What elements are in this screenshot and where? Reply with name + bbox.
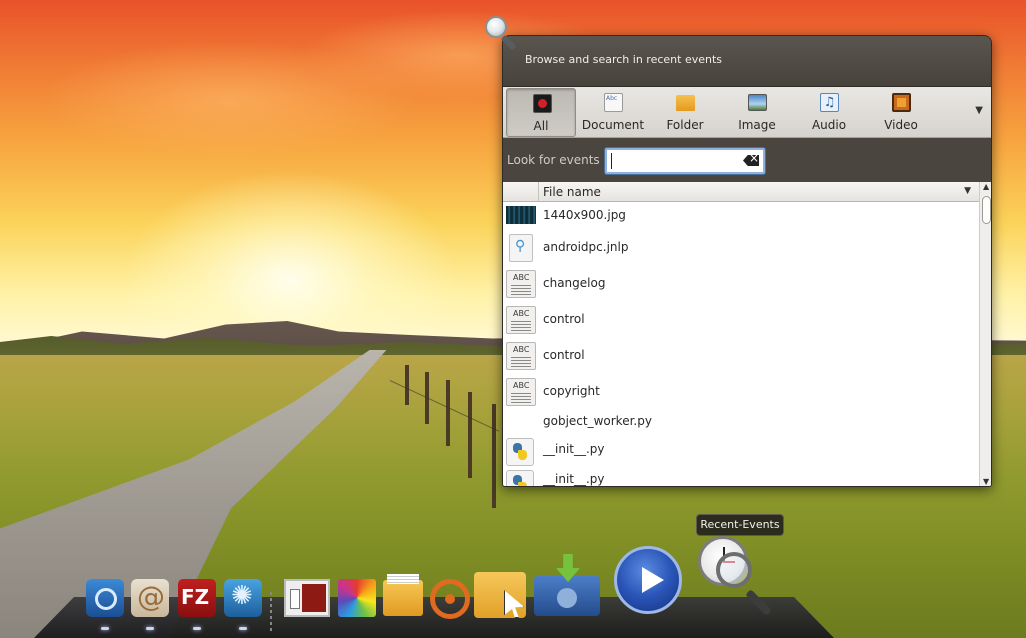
vertical-scrollbar[interactable]: ▲ ▼ — [979, 182, 991, 486]
list-item[interactable]: changelog — [503, 266, 979, 302]
magnifier-handle — [500, 34, 517, 51]
fence-post — [492, 404, 496, 508]
magnifier-handle — [745, 589, 773, 617]
dock — [0, 536, 1026, 638]
file-list: File name ▼ 1440x900.jpg androidpc.jnlp … — [503, 182, 991, 486]
media-play-icon[interactable] — [614, 546, 682, 614]
search-input[interactable] — [611, 153, 737, 169]
install-icon[interactable] — [534, 554, 600, 616]
list-rows: 1440x900.jpg androidpc.jnlp changelog co… — [503, 202, 979, 486]
filter-label: Folder — [666, 118, 704, 132]
window-titlebar[interactable]: Browse and search in recent events — [503, 36, 991, 86]
dock-separator — [270, 592, 272, 632]
list-item[interactable]: androidpc.jnlp — [503, 230, 979, 266]
files-icon[interactable] — [383, 574, 423, 616]
filter-video-button[interactable]: Video — [866, 88, 936, 137]
recent-events-icon[interactable] — [698, 536, 782, 617]
document-icon — [604, 93, 623, 112]
more-filters-arrow-icon[interactable]: ▼ — [975, 105, 983, 116]
magnifier-lens — [716, 552, 752, 588]
file-name: control — [543, 348, 585, 362]
list-item[interactable]: control — [503, 338, 979, 374]
search-label: Look for events — [507, 153, 600, 167]
list-item[interactable]: control — [503, 302, 979, 338]
clear-search-icon[interactable] — [743, 155, 759, 166]
file-name: __init__.py — [543, 442, 605, 456]
filter-label: Video — [884, 118, 918, 132]
scroll-up-arrow-icon[interactable]: ▲ — [983, 182, 989, 191]
video-icon — [892, 93, 911, 112]
recent-events-window: Browse and search in recent events All D… — [502, 35, 992, 487]
scroll-down-arrow-icon[interactable]: ▼ — [983, 477, 989, 486]
file-name: control — [543, 312, 585, 326]
window-title: Browse and search in recent events — [525, 53, 723, 66]
presentation-icon[interactable] — [284, 579, 330, 617]
text-file-icon — [506, 270, 536, 298]
color-palette-icon[interactable] — [338, 579, 376, 617]
fence-post — [468, 392, 472, 478]
filter-all-button[interactable]: All — [506, 88, 576, 137]
filter-toolbar: All Document Folder Image ♫ Audio Video … — [503, 86, 991, 138]
running-indicator — [146, 627, 154, 630]
filter-audio-button[interactable]: ♫ Audio — [794, 88, 864, 137]
file-name: gobject_worker.py — [543, 414, 652, 428]
fence-post — [405, 365, 409, 405]
list-item[interactable]: gobject_worker.py — [503, 410, 979, 434]
sort-arrow-icon[interactable]: ▼ — [964, 186, 971, 196]
filezilla-icon[interactable] — [178, 579, 216, 630]
filter-folder-button[interactable]: Folder — [650, 88, 720, 137]
running-indicator — [193, 627, 201, 630]
search-row: Look for events — [503, 138, 991, 182]
scrollbar-thumb[interactable] — [982, 196, 991, 224]
ubuntu-icon[interactable] — [430, 579, 470, 619]
python-file-icon — [506, 470, 534, 486]
running-indicator — [239, 627, 247, 630]
image-thumbnail-icon — [506, 206, 536, 224]
list-item[interactable]: copyright — [503, 374, 979, 410]
dock-tooltip: Recent-Events — [696, 514, 784, 536]
filter-label: Image — [738, 118, 776, 132]
audio-icon: ♫ — [820, 93, 839, 112]
file-name: changelog — [543, 276, 606, 290]
list-item[interactable]: __init__.py — [503, 434, 979, 470]
search-box — [605, 148, 765, 174]
running-indicator — [101, 627, 109, 630]
list-item[interactable]: 1440x900.jpg — [503, 202, 979, 230]
filter-image-button[interactable]: Image — [722, 88, 792, 137]
all-events-icon — [533, 94, 552, 113]
filter-label: Document — [581, 118, 645, 132]
folder-icon — [676, 95, 695, 111]
file-name: 1440x900.jpg — [543, 208, 626, 222]
filename-column-header[interactable]: File name — [543, 185, 601, 199]
filter-document-button[interactable]: Document — [578, 88, 648, 137]
swirl-app-icon[interactable] — [224, 579, 262, 630]
image-icon — [748, 94, 767, 111]
filter-label: All — [533, 119, 549, 133]
shell-icon[interactable] — [131, 579, 169, 630]
browser-icon[interactable] — [86, 579, 124, 630]
file-name: androidpc.jnlp — [543, 240, 629, 254]
text-file-icon — [506, 306, 536, 334]
install-box — [534, 576, 600, 616]
list-item[interactable]: __init__.py — [503, 468, 979, 486]
java-file-icon — [509, 234, 533, 262]
list-header: File name ▼ — [503, 182, 979, 202]
icon-column-header[interactable] — [503, 182, 539, 202]
fence-post — [446, 380, 450, 446]
filter-label: Audio — [811, 118, 847, 132]
folder-cursor-icon[interactable] — [474, 572, 526, 618]
magnifier-badge-icon — [483, 14, 525, 54]
text-file-icon — [506, 378, 536, 406]
python-file-icon — [506, 438, 534, 466]
text-file-icon — [506, 342, 536, 370]
file-name: copyright — [543, 384, 600, 398]
file-name: __init__.py — [543, 472, 605, 486]
